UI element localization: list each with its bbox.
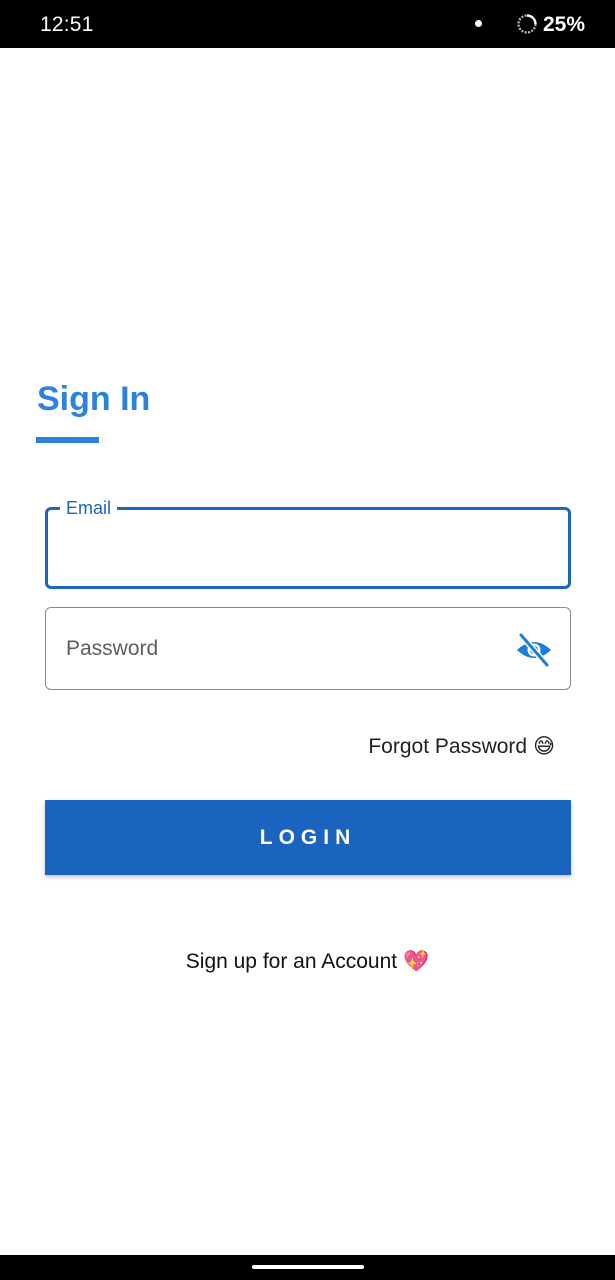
home-indicator[interactable] [252,1265,364,1269]
sweat-smile-emoji-icon: 😅 [533,735,555,758]
status-time: 12:51 [40,13,94,36]
notification-dot-icon [475,20,482,27]
forgot-password-label: Forgot Password [368,735,528,758]
sparkling-heart-emoji-icon: 💖 [403,950,430,973]
signup-link[interactable]: Sign up for an Account 💖 [0,948,615,976]
battery-percent: 25% [543,13,586,36]
status-bar: 12:51 25% [0,0,615,48]
page-title: Sign In [37,380,151,418]
signup-label: Sign up for an Account [185,950,398,973]
title-underline [36,437,99,443]
eye-off-icon[interactable] [514,630,554,670]
login-button[interactable]: LOGIN [45,800,571,875]
battery-saver-ring-icon [517,14,537,34]
email-input[interactable] [64,530,558,568]
email-field[interactable]: Email [45,497,571,589]
forgot-password-link[interactable]: Forgot Password 😅 [368,733,555,761]
navigation-bar [0,1255,615,1280]
password-field[interactable] [45,607,571,690]
email-label: Email [60,497,118,519]
password-input[interactable] [64,630,498,668]
